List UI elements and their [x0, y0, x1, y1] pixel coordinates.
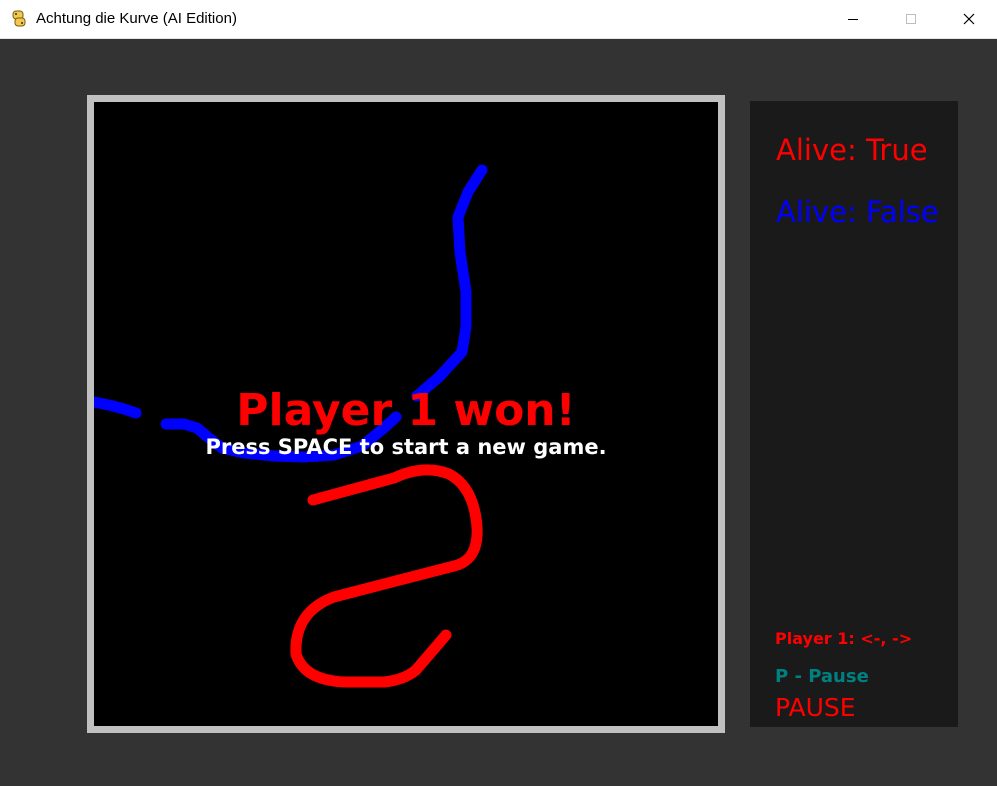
maximize-button[interactable] — [882, 0, 940, 38]
restart-prompt: Press SPACE to start a new game. — [205, 435, 607, 459]
winner-message: Player 1 won! — [236, 385, 576, 436]
player2-alive-status: Alive: False — [776, 195, 939, 229]
game-arena[interactable]: Player 1 won! Press SPACE to start a new… — [94, 102, 718, 726]
player2-trail-segment — [411, 164, 488, 402]
scoreboard-panel: Alive: True Alive: False Player 1: <-, -… — [750, 101, 958, 727]
player1-alive-status: Alive: True — [776, 133, 928, 167]
player1-controls-label: Player 1: <-, -> — [775, 629, 913, 648]
player1-trail-segment — [290, 464, 483, 688]
title-bar[interactable]: Achtung die Kurve (AI Edition) — [0, 0, 997, 39]
window-title: Achtung die Kurve (AI Edition) — [36, 10, 237, 27]
pause-state-label: PAUSE — [775, 693, 856, 722]
minimize-icon — [848, 19, 858, 20]
close-icon — [963, 13, 975, 25]
maximize-icon — [906, 14, 916, 24]
pause-hint: P - Pause — [775, 666, 869, 687]
python-snake-icon — [12, 10, 26, 27]
player1-trail — [290, 464, 483, 688]
close-button[interactable] — [940, 0, 997, 38]
game-window: Achtung die Kurve (AI Edition) Player 1 … — [0, 0, 997, 786]
minimize-button[interactable] — [824, 0, 882, 38]
